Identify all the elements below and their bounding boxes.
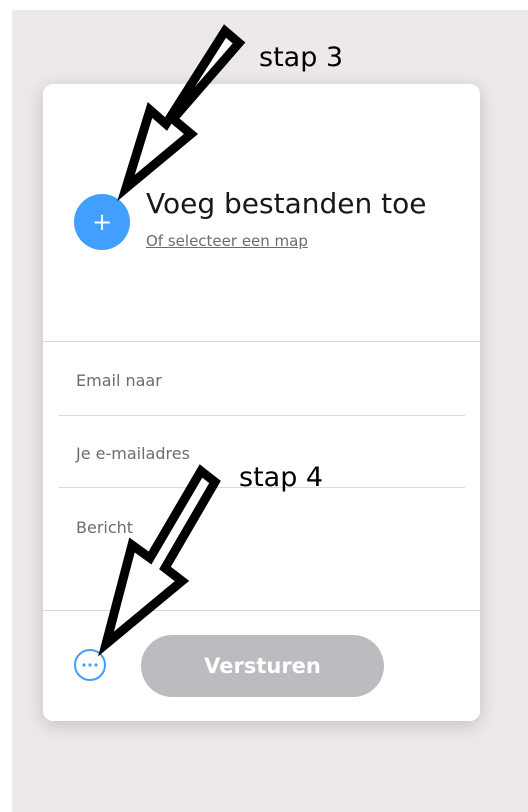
annotation-arrows xyxy=(98,24,246,657)
step4-label: stap 4 xyxy=(239,462,324,493)
arrow-step4 xyxy=(98,464,221,657)
arrow-step3 xyxy=(117,24,246,202)
step3-label: stap 3 xyxy=(259,42,344,73)
